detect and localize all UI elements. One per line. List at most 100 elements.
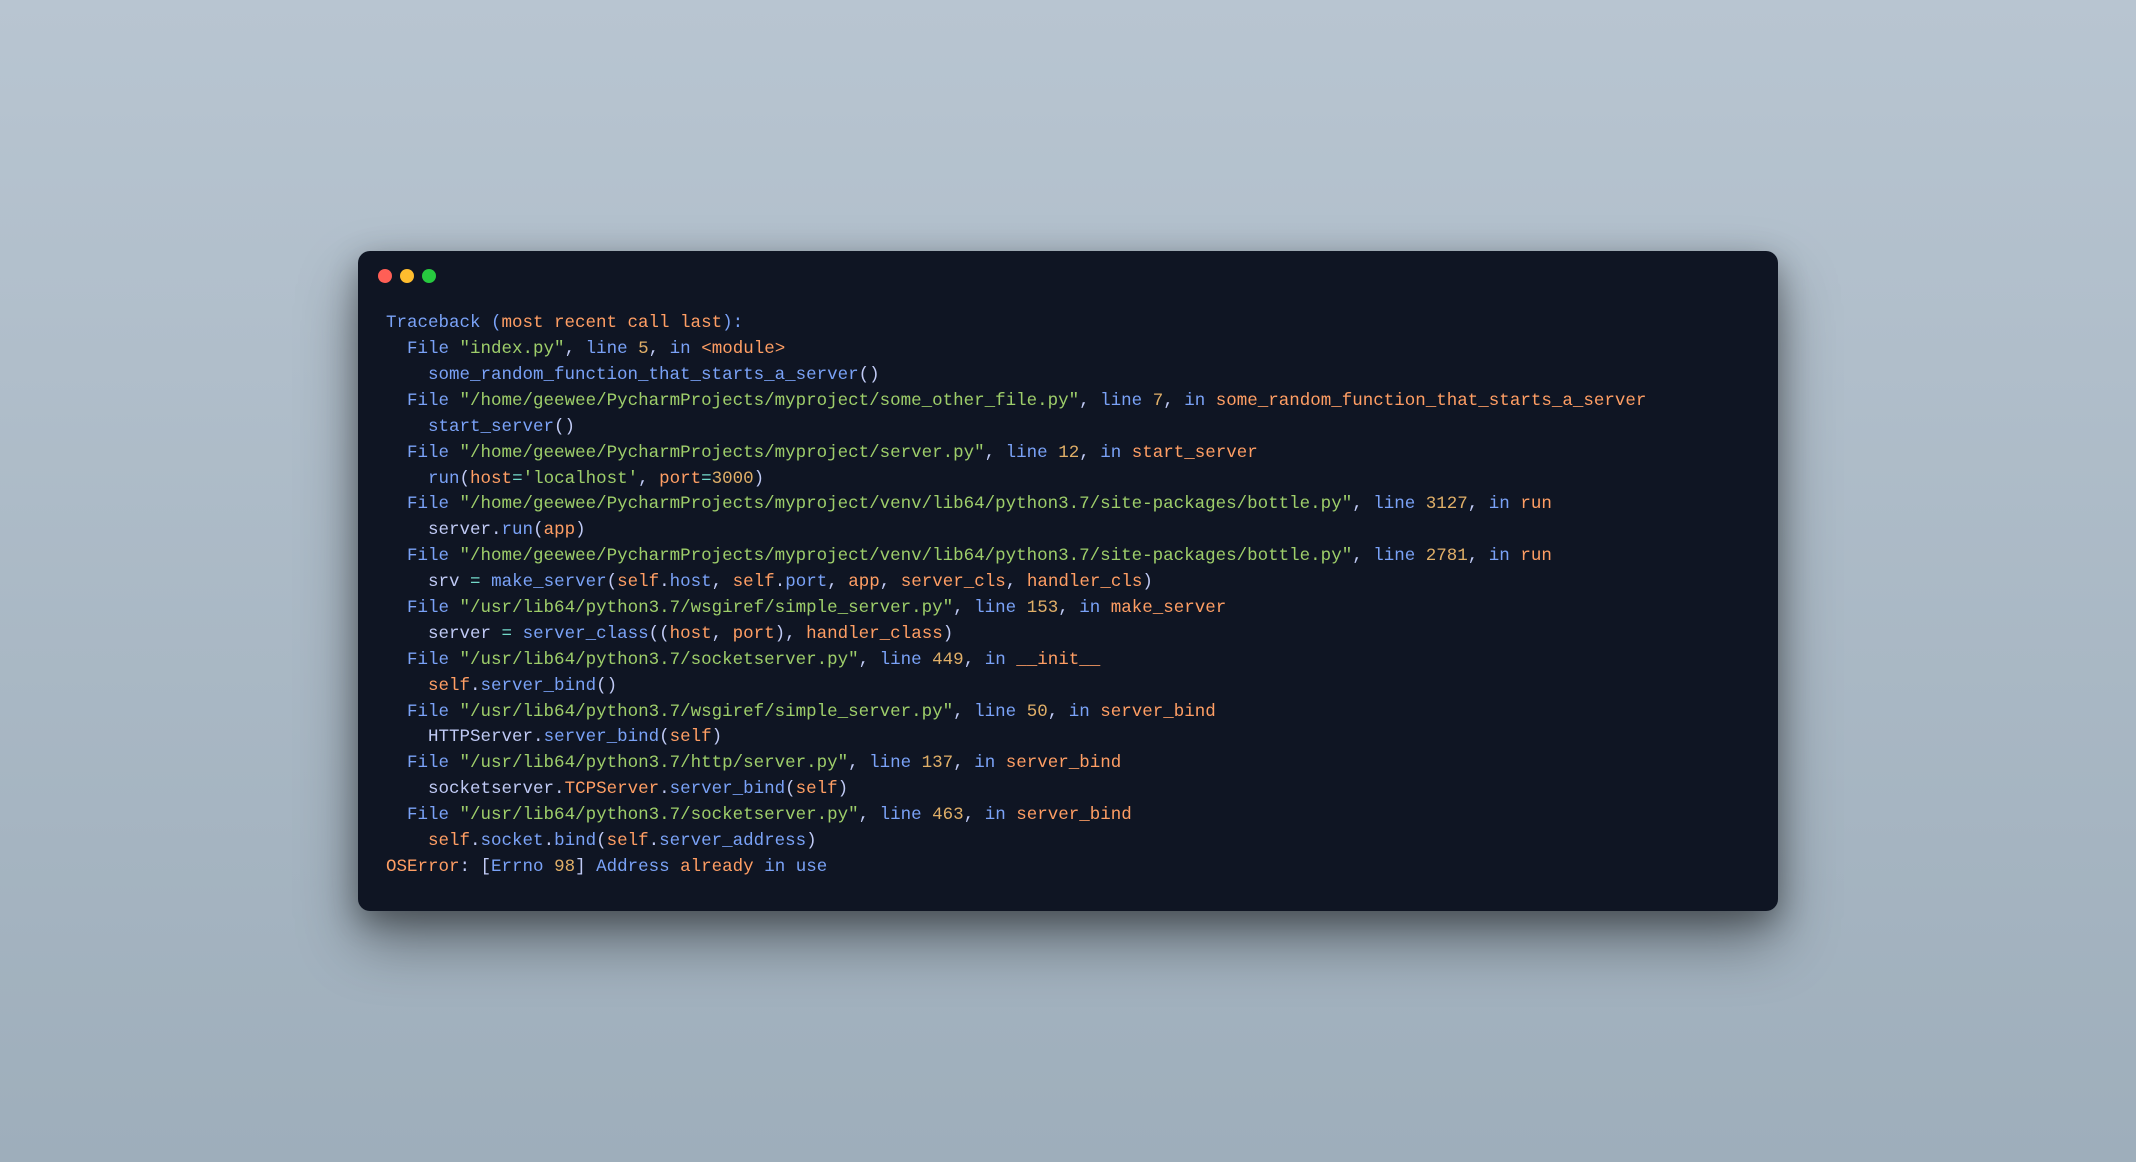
- code-token: =: [470, 572, 481, 592]
- sep: ,: [848, 753, 869, 773]
- code-token: .: [470, 831, 481, 851]
- file-path: "/home/geewee/PycharmProjects/myproject/…: [460, 391, 1080, 411]
- code-token: ,: [880, 572, 901, 592]
- code-token: app: [848, 572, 880, 592]
- code-token: self: [617, 572, 659, 592]
- sep: ,: [1468, 546, 1489, 566]
- line-label: line: [869, 753, 911, 773]
- file-label: File: [407, 753, 449, 773]
- sep: ,: [1079, 443, 1100, 463]
- code-token: (: [607, 572, 618, 592]
- code-token: ,: [712, 572, 733, 592]
- function-name: make_server: [1111, 598, 1227, 618]
- sep: ,: [859, 805, 880, 825]
- code-token: server_cls: [901, 572, 1006, 592]
- file-path: "/home/geewee/PycharmProjects/myproject/…: [460, 494, 1353, 514]
- code-token: server_bind: [544, 727, 660, 747]
- sep: ,: [964, 650, 985, 670]
- code-token: .: [554, 779, 565, 799]
- code-token: run: [502, 520, 534, 540]
- file-path: "/home/geewee/PycharmProjects/myproject/…: [460, 546, 1353, 566]
- error-type: OSError: [386, 857, 460, 877]
- close-icon[interactable]: [378, 269, 392, 283]
- sep: ,: [953, 753, 974, 773]
- code-token: (): [554, 417, 575, 437]
- sep: ,: [953, 702, 974, 722]
- code-token: self: [428, 676, 470, 696]
- code-token: [512, 624, 523, 644]
- function-name: __init__: [1016, 650, 1100, 670]
- line-label: line: [1100, 391, 1142, 411]
- bracket: [: [481, 857, 492, 877]
- line-number: 463: [932, 805, 964, 825]
- code-token: 3000: [712, 469, 754, 489]
- code-token: ): [575, 520, 586, 540]
- code-token: server_address: [659, 831, 806, 851]
- line-label: line: [1373, 546, 1415, 566]
- line-label: line: [880, 650, 922, 670]
- code-token: =: [502, 624, 513, 644]
- code-token: ): [943, 624, 954, 644]
- in-label: in: [670, 339, 691, 359]
- in-label: in: [985, 650, 1006, 670]
- code-token: port: [659, 469, 701, 489]
- file-label: File: [407, 546, 449, 566]
- terminal-window: Traceback (most recent call last): File …: [358, 251, 1778, 911]
- file-path: "/usr/lib64/python3.7/http/server.py": [460, 753, 849, 773]
- code-token: server: [428, 520, 491, 540]
- code-token: host: [670, 624, 712, 644]
- file-label: File: [407, 650, 449, 670]
- code-token: .: [533, 727, 544, 747]
- errno-label: Errno: [491, 857, 544, 877]
- sep: ,: [953, 598, 974, 618]
- error-msg-word: in: [764, 857, 785, 877]
- line-label: line: [1373, 494, 1415, 514]
- code-token: server: [428, 624, 502, 644]
- code-token: ,: [712, 624, 733, 644]
- error-msg-word: already: [680, 857, 754, 877]
- code-token: =: [701, 469, 712, 489]
- code-token: bind: [554, 831, 596, 851]
- code-token: .: [659, 779, 670, 799]
- line-label: line: [974, 598, 1016, 618]
- line-number: 50: [1027, 702, 1048, 722]
- code-token: run: [428, 469, 460, 489]
- in-label: in: [1489, 494, 1510, 514]
- file-path: "/usr/lib64/python3.7/wsgiref/simple_ser…: [460, 702, 954, 722]
- function-name: some_random_function_that_starts_a_serve…: [1216, 391, 1647, 411]
- code-token: (: [533, 520, 544, 540]
- line-number: 137: [922, 753, 954, 773]
- maximize-icon[interactable]: [422, 269, 436, 283]
- file-path: "index.py": [460, 339, 565, 359]
- line-number: 449: [932, 650, 964, 670]
- error-msg-word: Address: [596, 857, 670, 877]
- code-token: socket: [481, 831, 544, 851]
- sep: ,: [1468, 494, 1489, 514]
- sep: ,: [859, 650, 880, 670]
- sep: ,: [1048, 702, 1069, 722]
- file-label: File: [407, 443, 449, 463]
- code-token: socketserver: [428, 779, 554, 799]
- in-label: in: [974, 753, 995, 773]
- in-label: in: [1489, 546, 1510, 566]
- line-label: line: [586, 339, 628, 359]
- code-token: .: [491, 520, 502, 540]
- code-token: [481, 572, 492, 592]
- code-token: ): [712, 727, 723, 747]
- traceback-header: Traceback (: [386, 313, 502, 333]
- code-token: self: [670, 727, 712, 747]
- function-name: run: [1520, 546, 1552, 566]
- sep: ,: [565, 339, 586, 359]
- code-token: make_server: [491, 572, 607, 592]
- errno-number: 98: [554, 857, 575, 877]
- function-name: server_bind: [1006, 753, 1122, 773]
- code-token: host: [470, 469, 512, 489]
- code-token: (): [859, 365, 880, 385]
- line-number: 3127: [1426, 494, 1468, 514]
- minimize-icon[interactable]: [400, 269, 414, 283]
- file-label: File: [407, 391, 449, 411]
- code-token: ,: [1006, 572, 1027, 592]
- sep: ,: [1058, 598, 1079, 618]
- file-path: "/usr/lib64/python3.7/socketserver.py": [460, 650, 859, 670]
- sep: ,: [1352, 494, 1373, 514]
